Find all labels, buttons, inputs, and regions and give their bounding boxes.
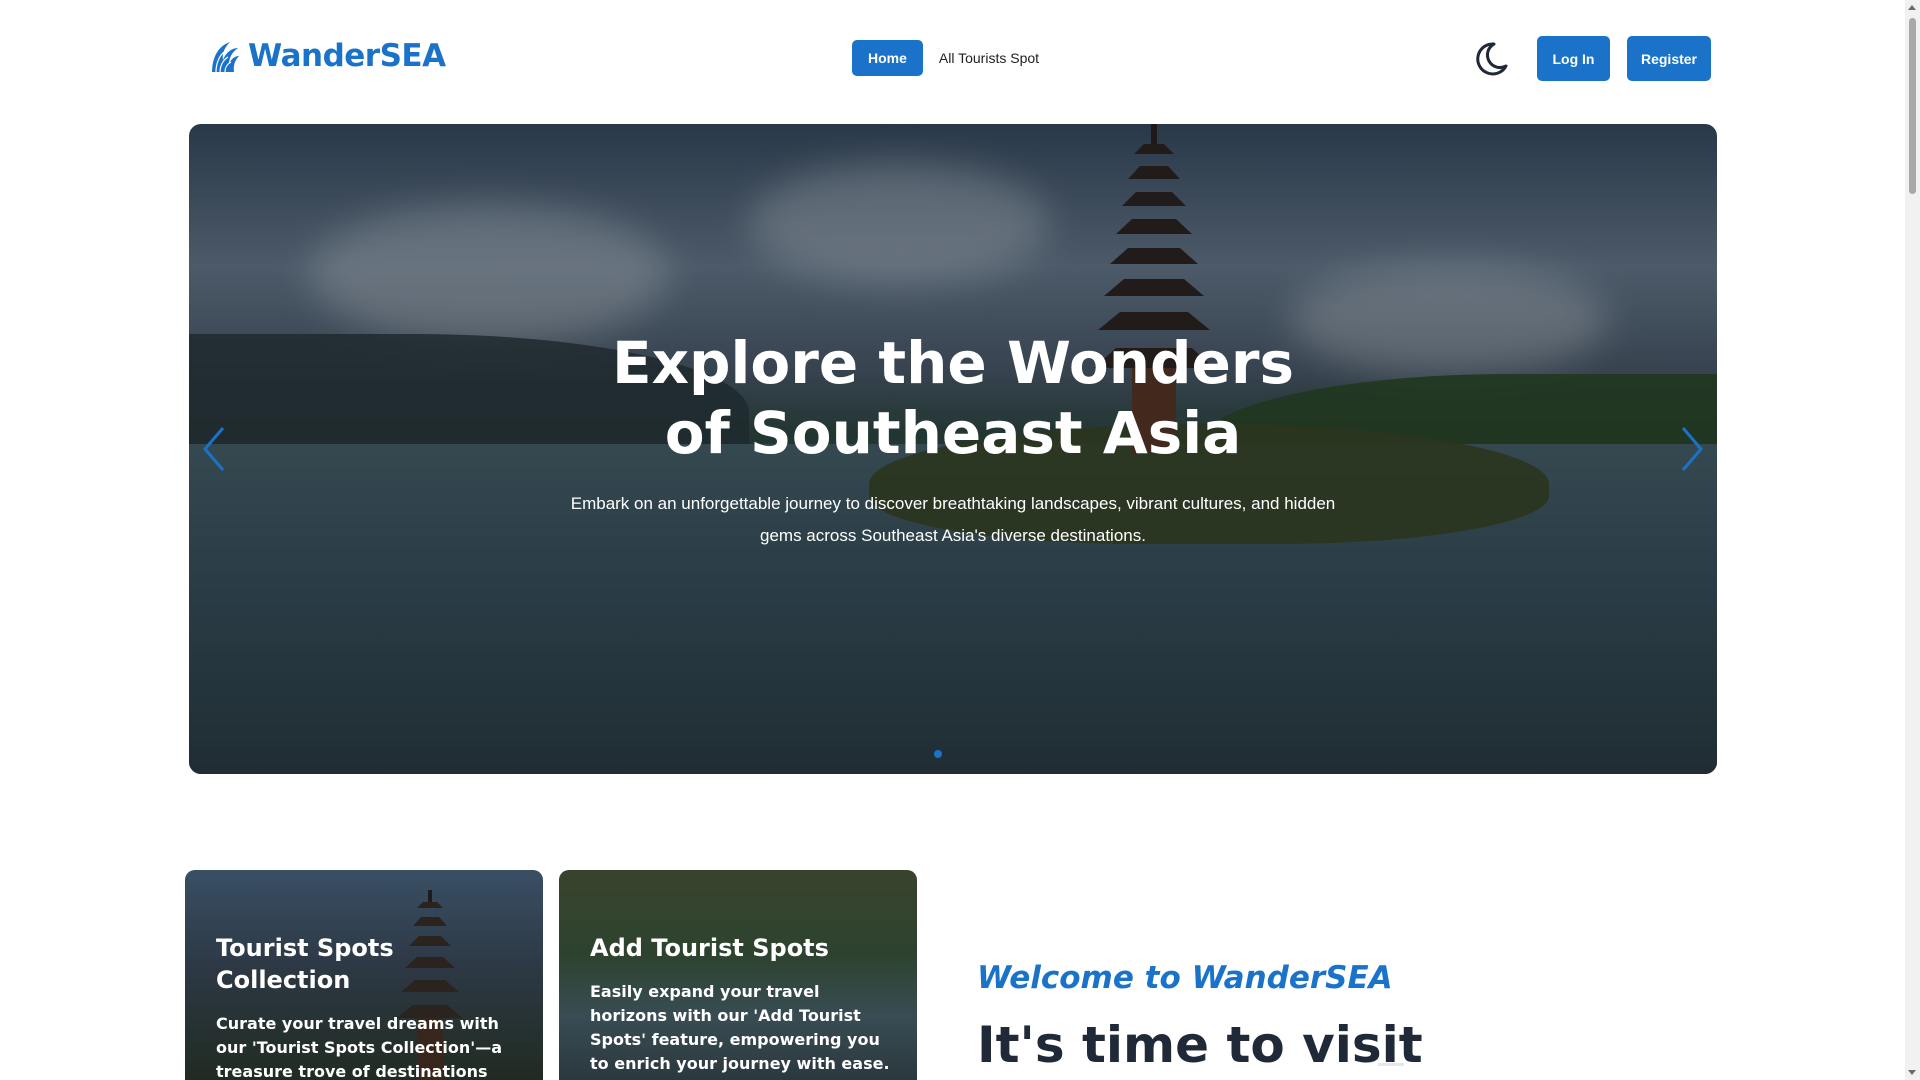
welcome-tagline: Welcome to WanderSEA — [977, 960, 1393, 996]
page-scrollbar[interactable] — [1905, 0, 1920, 1080]
card-tourist-spots-collection[interactable]: Tourist Spots Collection Curate your tra… — [185, 870, 543, 1080]
scroll-down-arrow-icon[interactable] — [1908, 1070, 1916, 1075]
card-title: Add Tourist Spots — [590, 934, 829, 962]
login-button[interactable]: Log In — [1537, 36, 1610, 81]
scroll-thumb[interactable] — [1909, 18, 1916, 194]
hero-title-line2: of Southeast Asia — [664, 399, 1242, 467]
card-description: Easily expand your travel horizons with … — [590, 982, 890, 1073]
hero-title-line1: Explore the Wonders — [612, 329, 1294, 397]
main-nav: Home All Tourists Spot — [852, 40, 1039, 76]
nav-item-all-tourists-spot[interactable]: All Tourists Spot — [939, 50, 1039, 66]
carousel-dot-active[interactable] — [934, 750, 942, 758]
brand-logo[interactable]: WanderSEA — [208, 38, 446, 74]
brand-name: WanderSEA — [248, 38, 446, 74]
welcome-heading: It's time to visit — [977, 1016, 1423, 1074]
typewriter-cursor — [1378, 1063, 1404, 1066]
card-add-tourist-spots[interactable]: Add Tourist Spots Easily expand your tra… — [559, 870, 917, 1080]
wave-logo-icon — [212, 42, 239, 73]
card-title: Tourist Spots Collection — [216, 934, 394, 994]
hero-title: Explore the Wonders of Southeast Asia — [189, 328, 1717, 468]
chevron-right-icon[interactable] — [1673, 424, 1709, 474]
nav-item-home[interactable]: Home — [852, 40, 923, 76]
chevron-left-icon[interactable] — [197, 424, 233, 474]
moon-icon[interactable] — [1472, 38, 1512, 78]
card-description: Curate your travel dreams with our 'Tour… — [216, 1014, 502, 1080]
register-button[interactable]: Register — [1627, 36, 1711, 81]
hero-subtitle: Embark on an unforgettable journey to di… — [570, 494, 1336, 545]
site-header: WanderSEA Home All Tourists Spot Log In … — [0, 0, 1905, 116]
hero-carousel: Explore the Wonders of Southeast Asia Em… — [189, 124, 1717, 774]
scroll-up-arrow-icon[interactable] — [1908, 5, 1916, 10]
